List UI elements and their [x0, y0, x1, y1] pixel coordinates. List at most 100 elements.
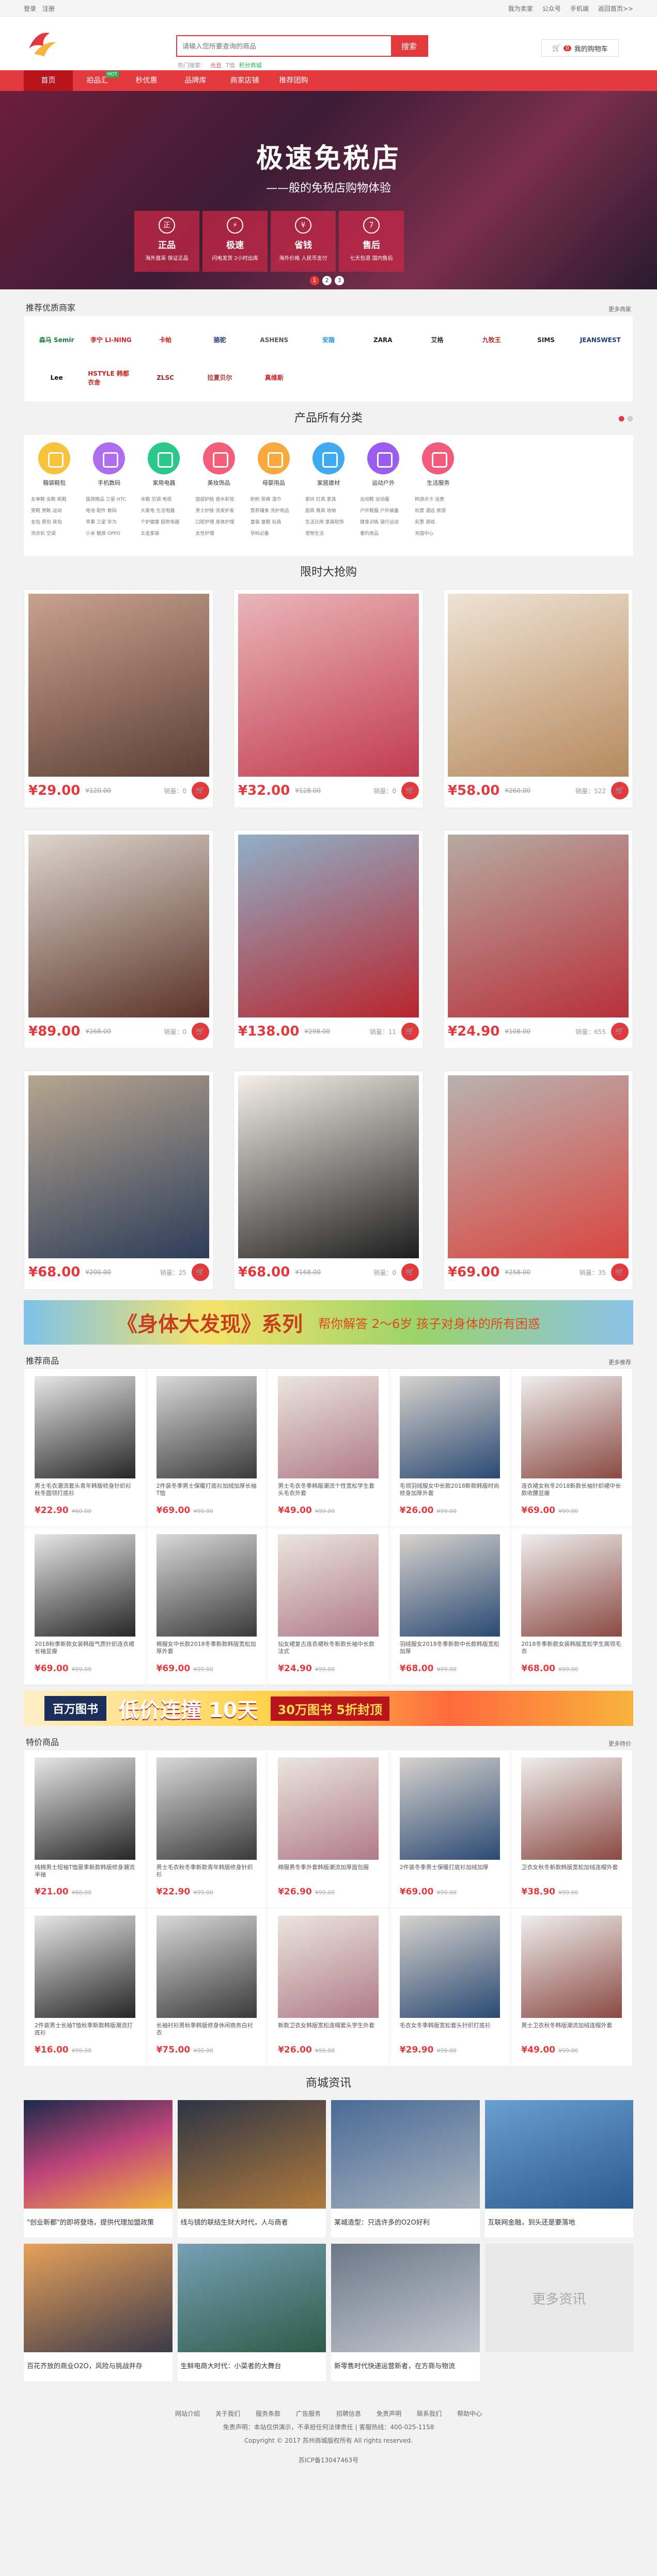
category-sub-link[interactable]: 女包 男包 背包 — [31, 517, 82, 528]
category-sub-link[interactable]: 大家电 生活电器 — [140, 505, 191, 517]
category-sub-link[interactable]: 运动鞋 运动服 — [360, 494, 411, 505]
news-title[interactable]: 百花齐放的商业O2O，风险与挑战并存 — [24, 2352, 173, 2381]
news-image[interactable] — [24, 2100, 173, 2209]
footer-link[interactable]: 服务条款 — [256, 2407, 280, 2420]
product-card[interactable]: 男士毛衣潮流套头青年韩版修身针织衫秋冬圆领打底衫 ¥22.90 ¥60.00 — [24, 1369, 146, 1527]
news-image[interactable] — [177, 2100, 326, 2209]
flash-card[interactable]: ¥89.00 ¥268.00 销量：0 🛒 — [24, 830, 214, 1049]
product-image[interactable] — [521, 1757, 622, 1860]
product-desc[interactable]: 2018秋季新款女装韩版气质针织连衣裙长袖显瘦 — [35, 1641, 135, 1663]
product-desc[interactable]: 棉服男冬季外套韩版潮流加厚面包服 — [278, 1864, 379, 1887]
category-sub-link[interactable]: 面部护肤 香水彩妆 — [196, 494, 246, 505]
brand-logo[interactable]: 森马 Semir — [29, 321, 84, 359]
category-sub-link[interactable]: 健身训练 骑行运动 — [360, 517, 411, 528]
category-sub-link[interactable]: 机票 酒店 旅游 — [415, 505, 465, 517]
category-sub-link[interactable]: 口腔护理 身体护理 — [196, 517, 246, 528]
nav-item-group[interactable]: 推荐团购 — [269, 70, 318, 91]
flash-card[interactable]: ¥32.00 ¥128.00 销量：0 🛒 — [233, 589, 424, 808]
cart-icon[interactable]: 🛒 — [611, 1023, 629, 1040]
product-card[interactable]: 2件装男士长袖T恤秋季新款韩版潮流打底衫 ¥16.00 ¥99.00 — [24, 1908, 146, 2066]
product-image[interactable] — [521, 1534, 622, 1637]
category-sub-link[interactable]: 厨具 餐具 收纳 — [305, 505, 356, 517]
product-desc[interactable]: 仙女裙复古连衣裙秋冬新款长袖中长款法式 — [278, 1641, 379, 1663]
brand-logo[interactable]: 骆驼 — [193, 321, 247, 359]
product-image[interactable] — [238, 1075, 419, 1258]
news-card[interactable]: 生鲜电商大时代：小菜者的大舞台 — [177, 2244, 326, 2381]
product-image[interactable] — [521, 1916, 622, 2018]
product-image[interactable] — [28, 835, 209, 1017]
product-card[interactable]: 长袖衬衫男秋季韩版修身休闲商务白衬衣 ¥75.00 ¥99.00 — [146, 1908, 268, 2066]
product-desc[interactable]: 纯棉男士短袖T恤夏季新款韩版修身潮流半袖 — [35, 1864, 135, 1887]
category-sub-link[interactable]: 女性护理 — [196, 528, 246, 539]
product-card[interactable]: 新款卫衣女韩版宽松连帽套头学生外套 ¥26.00 ¥99.00 — [268, 1908, 389, 2066]
product-image[interactable] — [28, 1075, 209, 1258]
news-title[interactable]: 新零售时代快递运营新者，在方商与物流 — [331, 2352, 480, 2381]
product-image[interactable] — [156, 1916, 257, 2018]
flash-card[interactable]: ¥24.90 ¥108.00 销量：655 🛒 — [443, 830, 633, 1049]
product-desc[interactable]: 男士卫衣秋冬韩版潮流加绒连帽外套 — [521, 2022, 622, 2045]
product-card[interactable]: 棉服男冬季外套韩版潮流加厚面包服 ¥26.90 ¥99.00 — [268, 1750, 389, 1908]
category-item[interactable]: 运动户外 运动鞋 运动服 户外鞋服 户外装备 健身训练 骑行运动 垂钓用品 — [356, 435, 411, 556]
nav-item-home[interactable]: 首页 — [24, 70, 73, 91]
brand-logo[interactable]: ASHENS — [247, 321, 301, 359]
category-sub-link[interactable]: 宠物生活 — [305, 528, 356, 539]
category-sub-link[interactable]: 营养辅食 洗护用品 — [251, 505, 301, 517]
news-image[interactable] — [331, 2100, 480, 2209]
news-image[interactable] — [331, 2244, 480, 2352]
product-card[interactable]: 男士卫衣秋冬韩版潮流加绒连帽外套 ¥49.00 ¥99.00 — [511, 1908, 633, 2066]
flash-card[interactable]: ¥138.00 ¥298.00 销量：11 🛒 — [233, 830, 424, 1049]
category-sub-link[interactable]: 男鞋 男靴 运动 — [31, 505, 82, 517]
product-desc[interactable]: 毛衣女冬季韩版宽松套头针织打底衫 — [400, 2022, 500, 2045]
news-image[interactable] — [177, 2244, 326, 2352]
brand-logo[interactable]: 李宁 LI-NING — [84, 321, 138, 359]
category-item[interactable]: 生活服务 网游点卡 话费 机票 酒店 旅游 彩票 游戏 充值中心 — [411, 435, 465, 556]
product-image[interactable] — [399, 1376, 500, 1478]
hot-item[interactable]: T恤 — [226, 61, 235, 69]
product-desc[interactable]: 男士毛衣秋冬季新款青年韩版修身针织衫 — [157, 1864, 257, 1887]
category-sub-link[interactable]: 男士护肤 洗发护发 — [196, 505, 246, 517]
brand-logo[interactable]: ZLSC — [138, 359, 193, 396]
product-card[interactable]: 纯棉男士短袖T恤夏季新款韩版修身潮流半袖 ¥21.00 ¥60.00 — [24, 1750, 146, 1908]
product-image[interactable] — [35, 1534, 135, 1637]
product-desc[interactable]: 2件装冬季男士保暖打底衫加绒加厚长袖T恤 — [157, 1483, 257, 1505]
news-title[interactable]: 生鲜电商大时代：小菜者的大舞台 — [177, 2352, 326, 2381]
feature-card[interactable]: 7 售后 七天包退 国内售后 — [339, 211, 404, 272]
cart-icon[interactable]: 🛒 — [611, 782, 629, 799]
footer-icp[interactable]: 苏ICP备13047463号 — [24, 2454, 633, 2467]
product-card[interactable]: 仙女裙复古连衣裙秋冬新款长袖中长款法式 ¥24.90 ¥99.00 — [268, 1527, 389, 1685]
news-card[interactable]: 新零售时代快递运营新者，在方商与物流 — [331, 2244, 480, 2381]
product-image[interactable] — [35, 1757, 135, 1860]
product-card[interactable]: 2件装冬季男士保暖打底衫加绒加厚 ¥69.00 ¥99.00 — [389, 1750, 511, 1908]
cart-icon[interactable]: 🛒 — [192, 1023, 209, 1040]
footer-link[interactable]: 招聘信息 — [336, 2407, 361, 2420]
news-card[interactable]: "创业新都"的即将登场，提供代理加盟政策 — [24, 2100, 173, 2238]
product-image[interactable] — [278, 1757, 379, 1860]
product-image[interactable] — [156, 1534, 257, 1637]
footer-link[interactable]: 帮助中心 — [457, 2407, 482, 2420]
nav-item-auction[interactable]: 拍品汇 HOT — [73, 70, 122, 91]
login-link[interactable]: 登录 — [24, 4, 36, 13]
feature-card[interactable]: ⚡ 极速 闪电发货 2小时出库 — [202, 211, 268, 272]
brand-logo[interactable]: 真维斯 — [247, 359, 301, 396]
footer-link[interactable]: 免责声明 — [377, 2407, 401, 2420]
cart-icon[interactable]: 🛒 — [401, 1263, 419, 1281]
search-button[interactable]: 搜索 — [391, 36, 427, 56]
product-desc[interactable]: 卫衣女秋冬新款韩版宽松加绒连帽外套 — [521, 1864, 622, 1887]
news-image[interactable] — [484, 2100, 633, 2209]
cart-button[interactable]: 🛒 0 我的购物车 — [541, 39, 619, 57]
mobile-link[interactable]: 手机端 — [570, 4, 589, 13]
news-title[interactable]: 互联网金融，到头还是要落地 — [484, 2209, 633, 2238]
category-sub-link[interactable]: 网游点卡 话费 — [415, 494, 465, 505]
brand-logo[interactable]: HSTYLE 韩都衣舍 — [84, 359, 138, 396]
brand-logo[interactable]: SIMS — [519, 321, 573, 359]
wechat-link[interactable]: 公众号 — [542, 4, 561, 13]
category-sub-link[interactable]: 奶粉 尿裤 湿巾 — [251, 494, 301, 505]
footer-link[interactable]: 联系我们 — [417, 2407, 442, 2420]
category-sub-link[interactable]: 女单鞋 女靴 帆鞋 — [31, 494, 82, 505]
carousel-dot[interactable]: 2 — [322, 276, 332, 285]
product-card[interactable]: 毛领羽绒服女中长款2018新款韩版时尚修身加厚外套 ¥26.00 ¥99.00 — [389, 1369, 511, 1527]
product-card[interactable]: 2018冬季新款女装韩版宽松学生高领毛衣 ¥68.00 ¥99.00 — [511, 1527, 633, 1685]
flash-card[interactable]: ¥68.00 ¥200.00 销量：25 🛒 — [24, 1071, 214, 1290]
product-image[interactable] — [278, 1916, 379, 2018]
product-card[interactable]: 连衣裙女秋冬2018新款长袖针织裙中长款收腰显瘦 ¥69.00 ¥99.00 — [511, 1369, 633, 1527]
